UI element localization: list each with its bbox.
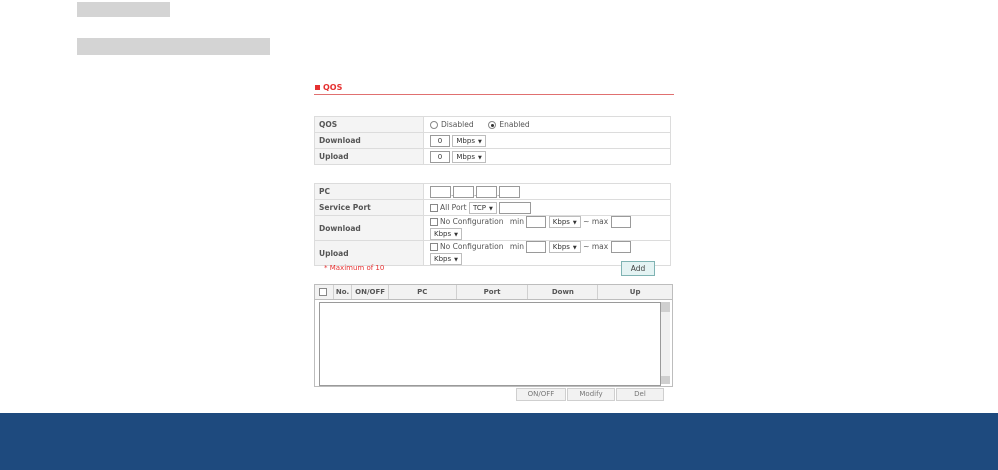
chevron-down-icon: ▼: [454, 257, 458, 263]
upload-max-input[interactable]: [610, 241, 631, 253]
download-max-input[interactable]: [610, 216, 631, 228]
ip-octet-1-input[interactable]: [430, 185, 451, 198]
chevron-down-icon: ▼: [477, 138, 482, 145]
list-scrollbar[interactable]: [661, 302, 670, 384]
scroll-down-arrow[interactable]: [661, 376, 670, 384]
kbps-value: Kbps: [434, 230, 452, 238]
placeholder-bar-long: [77, 38, 270, 55]
ip-octet-4-input[interactable]: [499, 185, 520, 198]
pc-ip-cell: ...: [423, 183, 671, 200]
footer-band: [0, 413, 998, 470]
all-port-label: All Port: [440, 202, 467, 212]
chevron-down-icon: ▼: [454, 232, 458, 238]
col-no: No.: [334, 285, 353, 299]
chevron-down-icon: ▼: [572, 245, 577, 251]
no-config-label: No Configuration: [440, 217, 504, 226]
checkbox-icon: [430, 243, 438, 251]
onoff-button[interactable]: ON/OFF: [516, 388, 566, 401]
select-all-checkbox[interactable]: [315, 285, 334, 299]
delete-button[interactable]: Del: [616, 388, 664, 401]
download-min-unit-select[interactable]: Kbps ▼: [548, 216, 581, 228]
all-port-checkbox[interactable]: All Port: [430, 203, 467, 212]
protocol-value: TCP: [472, 203, 486, 212]
upload-min-input[interactable]: [526, 241, 547, 253]
upload-unit-select[interactable]: Mbps ▼: [452, 150, 486, 163]
qos-disabled-label: Disabled: [441, 120, 474, 129]
rule-upload-label: Upload: [314, 240, 424, 266]
min-label: min: [509, 217, 524, 226]
ip-octet-3-input[interactable]: [476, 185, 497, 198]
min-label: min: [509, 242, 524, 251]
qos-enabled-label: Enabled: [499, 120, 530, 129]
scroll-up-arrow[interactable]: [661, 302, 670, 312]
download-input[interactable]: 0: [430, 134, 450, 147]
qos-mode-cell: Disabled Enabled: [423, 116, 671, 133]
rule-list: No. ON/OFF PC Port Down Up: [314, 284, 673, 387]
download-max-unit-select[interactable]: Kbps ▼: [430, 228, 462, 240]
protocol-select[interactable]: TCP ▼: [468, 201, 497, 214]
checkbox-icon: [430, 203, 438, 212]
chevron-down-icon: ▼: [572, 220, 577, 226]
col-down: Down: [528, 285, 599, 299]
col-up: Up: [629, 288, 641, 296]
radio-checked-icon: [488, 121, 497, 129]
checkbox-icon: [430, 218, 438, 226]
download-unit-select[interactable]: Mbps ▼: [452, 134, 486, 147]
upload-no-config-checkbox[interactable]: No Configuration: [430, 242, 503, 251]
col-onoff: ON/OFF: [352, 285, 389, 299]
download-min-input[interactable]: [526, 216, 547, 228]
list-body[interactable]: [319, 302, 661, 386]
upload-max-unit-select[interactable]: Kbps ▼: [430, 253, 462, 265]
rule-download-label: Download: [314, 215, 424, 241]
bullet-icon: [315, 84, 320, 90]
max-label: ~ max: [583, 242, 609, 251]
ip-octet-2-input[interactable]: [453, 185, 474, 198]
qos-panel: QOS QOS Disabled Enabled Download 0 Mbps…: [314, 80, 674, 401]
col-port: Port: [457, 285, 529, 299]
modify-button[interactable]: Modify: [567, 388, 615, 401]
service-port-label: Service Port: [314, 199, 424, 216]
checkbox-icon: [318, 288, 327, 296]
kbps-value: Kbps: [434, 255, 452, 263]
pc-rule-table: PC ... Service Port All Port TCP▼ Downlo…: [314, 183, 671, 266]
upload-cell: 0 Mbps ▼: [423, 148, 671, 165]
max-label: ~ max: [583, 217, 609, 226]
upload-unit-value: Mbps: [456, 152, 475, 161]
chevron-down-icon: ▼: [477, 154, 482, 161]
upload-input[interactable]: 0: [430, 150, 450, 163]
qos-enabled-radio[interactable]: Enabled: [488, 120, 530, 129]
upload-min-unit-select[interactable]: Kbps ▼: [548, 241, 581, 253]
port-input[interactable]: [499, 201, 532, 214]
pc-label: PC: [314, 183, 424, 200]
download-unit-value: Mbps: [456, 136, 475, 145]
upload-label: Upload: [314, 148, 424, 165]
placeholder-bar-short: [77, 2, 170, 17]
download-label: Download: [314, 132, 424, 149]
list-actions: ON/OFF Modify Del: [314, 388, 671, 401]
kbps-value: Kbps: [552, 218, 570, 226]
radio-icon: [430, 121, 438, 129]
kbps-value: Kbps: [552, 243, 570, 251]
no-config-label: No Configuration: [440, 242, 504, 251]
rule-download-cell: No Configuration min Kbps ▼ ~ max Kbps ▼: [423, 215, 671, 241]
download-cell: 0 Mbps ▼: [423, 132, 671, 149]
section-title: QOS: [314, 80, 674, 95]
chevron-down-icon: ▼: [488, 205, 493, 212]
section-title-text: QOS: [323, 82, 343, 92]
qos-label: QOS: [314, 116, 424, 133]
qos-disabled-radio[interactable]: Disabled: [430, 120, 474, 129]
download-no-config-checkbox[interactable]: No Configuration: [430, 217, 503, 226]
col-pc: PC: [389, 285, 457, 299]
qos-settings-table: QOS Disabled Enabled Download 0 Mbps ▼ Up…: [314, 116, 671, 165]
add-button[interactable]: Add: [621, 261, 655, 276]
service-port-cell: All Port TCP ▼: [423, 199, 671, 216]
maximum-note: * Maximum of 10: [324, 264, 385, 272]
list-header: No. ON/OFF PC Port Down Up: [315, 285, 672, 300]
